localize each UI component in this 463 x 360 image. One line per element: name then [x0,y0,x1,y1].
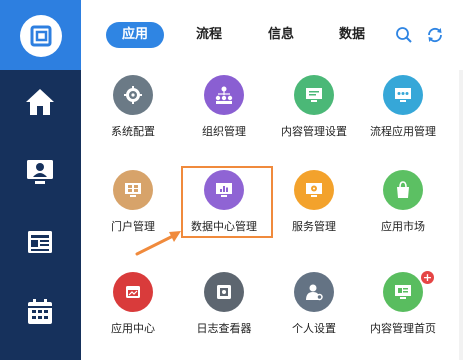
highlight-box [181,166,273,238]
app-user-settings[interactable]: 个人设置 [268,272,360,354]
arrow-icon [135,231,181,256]
app-content-home[interactable]: 内容管理首页 [357,272,449,354]
app-app-center[interactable]: 应用中心 [87,272,179,354]
app-label: 内容管理设置 [281,125,347,138]
calendar-icon[interactable] [24,296,56,328]
app-system-config[interactable]: 系统配置 [87,75,179,157]
app-label: 流程应用管理 [370,125,436,138]
app-center-icon [113,272,153,312]
app-label: 组织管理 [202,125,246,138]
app-app-market[interactable]: 应用市场 [357,170,449,252]
app-label: 应用市场 [381,220,425,233]
logo-icon [20,15,62,57]
user-settings-icon [294,272,334,312]
log-viewer-icon [204,272,244,312]
app-log-viewer[interactable]: 日志查看器 [178,272,270,354]
app-label: 内容管理首页 [370,322,436,335]
app-label: 日志查看器 [196,322,252,335]
gear-icon [113,75,153,115]
portal-icon [113,170,153,210]
app-content-settings[interactable]: 内容管理设置 [268,75,360,157]
tab-data[interactable]: 数据 [332,22,372,48]
app-flow-app-management[interactable]: 流程应用管理 [357,75,449,157]
home-icon[interactable] [24,86,56,118]
notification-badge: + [421,271,434,284]
app-label: 应用中心 [111,322,155,335]
org-icon [204,75,244,115]
app-service-management[interactable]: 服务管理 [268,170,360,252]
tab-flow[interactable]: 流程 [189,22,229,48]
service-icon [294,170,334,210]
flow-app-icon [383,75,423,115]
header: 应用 流程 信息 数据 [81,0,463,70]
tab-apps[interactable]: 应用 [106,22,164,48]
content-settings-icon [294,75,334,115]
monitor-user-icon[interactable] [24,156,56,188]
refresh-icon[interactable] [426,26,444,44]
content-home-icon [383,272,423,312]
sidebar [0,0,81,360]
app-label: 服务管理 [292,220,336,233]
app-label: 个人设置 [292,322,336,335]
app-org-management[interactable]: 组织管理 [178,75,270,157]
logo-block[interactable] [0,0,81,70]
tab-info[interactable]: 信息 [261,22,301,48]
search-icon[interactable] [395,26,413,44]
app-label: 系统配置 [111,125,155,138]
scroll-edge [459,70,463,360]
shopping-bag-icon [383,170,423,210]
news-icon[interactable] [24,226,56,258]
